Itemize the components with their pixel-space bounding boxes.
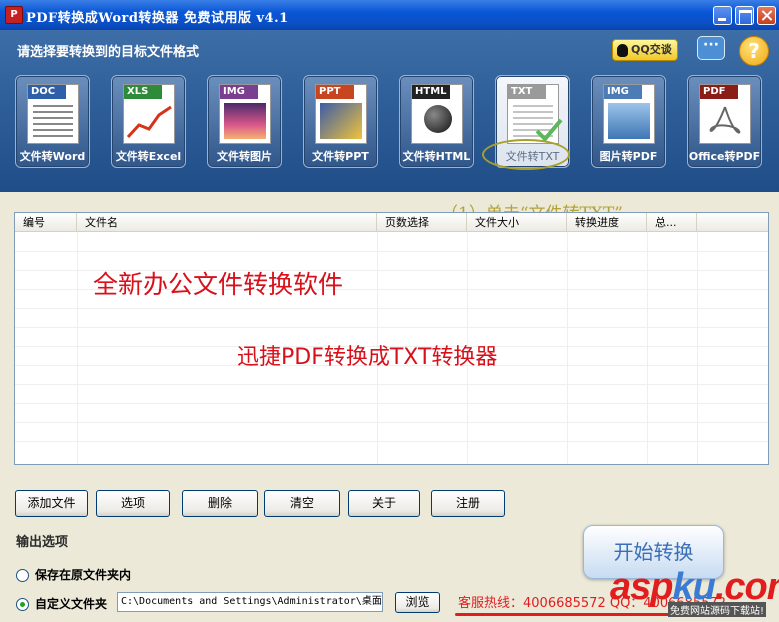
app-icon: P	[5, 6, 23, 24]
format-prompt: 请选择要转换到的目标文件格式	[17, 45, 200, 60]
column-header-pages[interactable]: 页数选择	[377, 213, 467, 232]
column-header-filename[interactable]: 文件名	[77, 213, 377, 232]
image-icon: IMG	[219, 84, 271, 144]
add-file-button[interactable]: 添加文件	[15, 490, 88, 517]
window-title: PDF转换成Word转换器 免费试用版 v4.1	[26, 11, 289, 26]
column-header-index[interactable]: 编号	[15, 213, 77, 232]
convert-to-excel-tile[interactable]: XLS 文件转Excel	[111, 75, 186, 168]
custom-folder-option[interactable]: 自定义文件夹	[16, 595, 107, 612]
watermark-tagline: 免费网站源码下载站!	[668, 602, 767, 617]
tile-label: 文件转PPT	[312, 150, 369, 163]
column-header-total[interactable]: 总...	[647, 213, 697, 232]
register-button[interactable]: 注册	[431, 490, 505, 517]
file-list-header: 编号 文件名 页数选择 文件大小 转换进度 总...	[15, 213, 768, 232]
clear-button[interactable]: 清空	[264, 490, 340, 517]
word-doc-icon: DOC	[27, 84, 79, 144]
help-icon[interactable]: ?	[739, 36, 769, 66]
office-to-pdf-tile[interactable]: PDF Office转PDF	[687, 75, 762, 168]
maximize-button[interactable]	[735, 6, 754, 25]
promo-headline: 全新办公文件转换软件	[93, 270, 344, 299]
tile-label: Office转PDF	[688, 150, 761, 163]
radio-button-selected[interactable]	[16, 598, 29, 611]
convert-to-image-tile[interactable]: IMG 文件转图片	[207, 75, 282, 168]
format-panel: 请选择要转换到的目标文件格式 QQ交谈 ··· ? DOC 文件转Word XL…	[0, 30, 779, 192]
promo-product-name: 迅捷PDF转换成TXT转换器	[237, 345, 498, 370]
title-bar[interactable]: P PDF转换成Word转换器 免费试用版 v4.1	[0, 0, 779, 30]
convert-to-word-tile[interactable]: DOC 文件转Word	[15, 75, 90, 168]
tile-label: 图片转PDF	[599, 150, 658, 163]
options-button[interactable]: 选项	[96, 490, 170, 517]
ppt-slide-icon: PPT	[315, 84, 367, 144]
file-list[interactable]: 编号 文件名 页数选择 文件大小 转换进度 总... 全新办公文件转换软件 迅捷…	[14, 212, 769, 465]
pdf-acrobat-icon: PDF	[699, 84, 751, 144]
output-options-label: 输出选项	[16, 535, 69, 550]
convert-to-ppt-tile[interactable]: PPT 文件转PPT	[303, 75, 378, 168]
browse-button[interactable]: 浏览	[395, 592, 440, 613]
tile-label: 文件转HTML	[402, 150, 471, 163]
tile-label: 文件转Word	[19, 150, 86, 163]
convert-to-html-tile[interactable]: HTML 文件转HTML	[399, 75, 474, 168]
image-to-pdf-tile[interactable]: IMG 图片转PDF	[591, 75, 666, 168]
column-header-size[interactable]: 文件大小	[467, 213, 567, 232]
html-globe-icon: HTML	[411, 84, 463, 144]
radio-button[interactable]	[16, 569, 29, 582]
output-path-field[interactable]: C:\Documents and Settings\Administrator\…	[117, 592, 383, 612]
highlight-circle	[482, 139, 570, 170]
delete-button[interactable]: 删除	[182, 490, 258, 517]
txt-doc-icon: TXT	[507, 84, 563, 144]
tile-label: 文件转图片	[217, 150, 272, 163]
chat-bubble-icon[interactable]: ···	[697, 36, 725, 60]
qq-chat-button[interactable]: QQ交谈	[612, 39, 678, 61]
column-header-progress[interactable]: 转换进度	[567, 213, 647, 232]
tile-label: 文件转Excel	[115, 150, 182, 163]
about-button[interactable]: 关于	[348, 490, 420, 517]
close-button[interactable]	[757, 6, 776, 25]
image-landscape-icon: IMG	[603, 84, 655, 144]
minimize-button[interactable]	[713, 6, 732, 25]
excel-chart-icon: XLS	[123, 84, 175, 144]
save-in-source-folder-option[interactable]: 保存在原文件夹内	[16, 566, 131, 583]
